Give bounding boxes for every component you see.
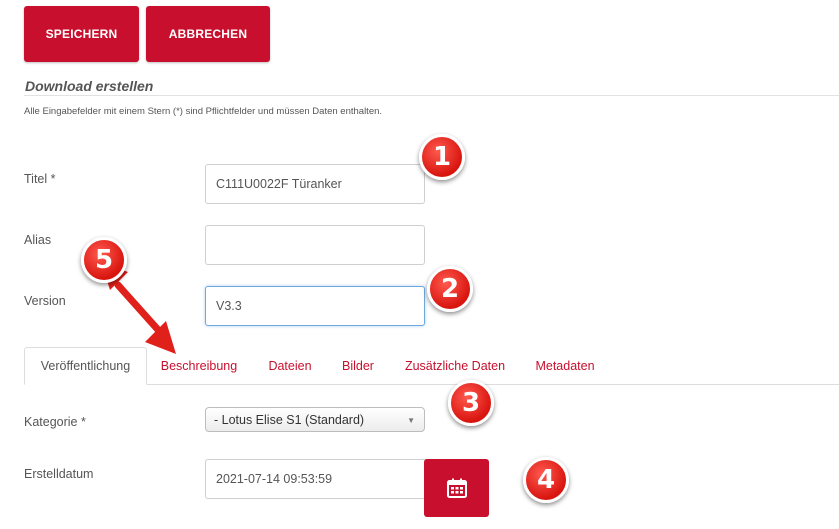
- created-date-value: 2021-07-14 09:53:59: [216, 472, 333, 486]
- tab-metadata[interactable]: Metadaten: [529, 347, 601, 385]
- section-divider: [24, 95, 839, 96]
- cancel-button[interactable]: ABBRECHEN: [146, 6, 270, 62]
- category-select[interactable]: - Lotus Elise S1 (Standard) ▼: [205, 407, 425, 432]
- annotation-marker-4: 4: [523, 457, 569, 503]
- annotation-marker-1: 1: [419, 134, 465, 180]
- section-title: Download erstellen: [25, 78, 154, 94]
- tab-images[interactable]: Bilder: [334, 347, 382, 385]
- required-hint: Alle Eingabefelder mit einem Stern (*) s…: [24, 106, 383, 117]
- category-label: Kategorie *: [24, 415, 86, 429]
- title-input[interactable]: [205, 164, 425, 204]
- tab-description[interactable]: Beschreibung: [154, 347, 244, 385]
- tab-files[interactable]: Dateien: [260, 347, 320, 385]
- created-date-input[interactable]: 2021-07-14 09:53:59: [205, 459, 427, 499]
- annotation-marker-2: 2: [427, 266, 473, 312]
- alias-label: Alias: [24, 233, 52, 247]
- title-label: Titel *: [24, 172, 56, 186]
- annotation-marker-5: 5: [81, 237, 127, 283]
- annotation-marker-3: 3: [448, 380, 494, 426]
- version-label: Version: [24, 294, 66, 308]
- tab-additional-data[interactable]: Zusätzliche Daten: [397, 347, 513, 385]
- tab-bar: Veröffentlichung Beschreibung Dateien Bi…: [24, 347, 839, 385]
- save-button[interactable]: SPEICHERN: [24, 6, 139, 62]
- calendar-icon: [446, 478, 467, 498]
- tab-publishing[interactable]: Veröffentlichung: [24, 347, 147, 385]
- version-input[interactable]: [205, 286, 425, 326]
- created-date-label: Erstelldatum: [24, 467, 94, 481]
- calendar-button[interactable]: [424, 459, 489, 517]
- category-selected-value: - Lotus Elise S1 (Standard): [214, 412, 365, 427]
- alias-input[interactable]: [205, 225, 425, 265]
- chevron-down-icon: ▼: [407, 416, 415, 425]
